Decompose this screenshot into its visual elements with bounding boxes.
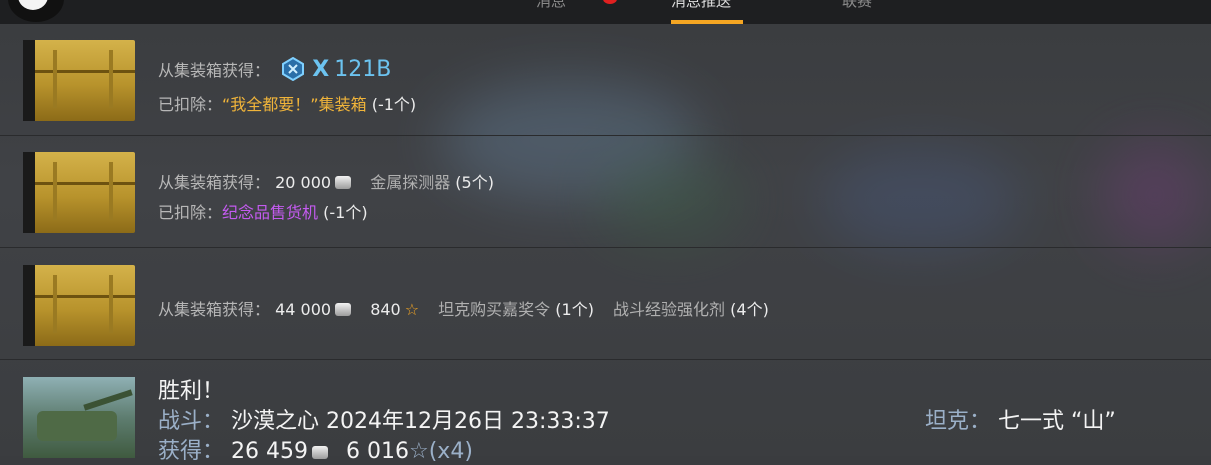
obtained-line: 从集装箱获得： 20 000 金属探测器 (5个)	[158, 169, 494, 193]
item-name: 金属探测器	[370, 173, 451, 192]
star-icon: ☆	[404, 300, 420, 319]
earned-xp: 6 016	[346, 439, 409, 464]
tab-messages[interactable]: 消息	[536, 0, 566, 11]
tab-push-messages[interactable]: 消息推送	[671, 0, 731, 11]
item-name: 战斗经验强化剂	[613, 300, 726, 319]
star-icon: ☆	[408, 439, 429, 464]
tank-value: 七一式 “山”	[998, 409, 1116, 434]
battle-label: 战斗：	[158, 409, 225, 434]
chest-icon	[23, 40, 135, 121]
message-row: 从集装箱获得： X 121B 已扣除：“我全都要！”集装箱 (-1个)	[0, 24, 1211, 136]
reward-value: 121B	[334, 57, 392, 82]
obtained-line: 从集装箱获得： 44 000 840 ☆ 坦克购买嘉奖令 (1个) 战斗经验强化剂…	[158, 296, 769, 320]
message-row: 从集装箱获得： 20 000 金属探测器 (5个) 已扣除：纪念品售货机 (-1…	[0, 136, 1211, 248]
deducted-count: (-1个)	[371, 95, 417, 114]
credits-icon	[335, 303, 352, 316]
earned-multiplier: (x4)	[428, 439, 473, 464]
deducted-item: “我全都要！”集装箱	[222, 95, 367, 114]
tank-line: 坦克： 七一式 “山”	[925, 403, 1116, 435]
tank-icon	[23, 377, 135, 458]
battle-line: 战斗： 沙漠之心 2024年12月26日 23:33:37	[158, 403, 610, 435]
deducted-label: 已扣除：	[158, 95, 223, 114]
earned-label: 获得：	[158, 439, 225, 464]
deducted-line: 已扣除：纪念品售货机 (-1个)	[158, 199, 368, 223]
tank-label: 坦克：	[925, 409, 992, 434]
deducted-line: 已扣除：“我全都要！”集装箱 (-1个)	[158, 91, 416, 115]
obtained-label: 从集装箱获得：	[158, 300, 271, 319]
elite-badge-icon	[282, 57, 305, 81]
top-bar: 消息 消息推送 联赛	[0, 0, 1211, 24]
credits-icon	[312, 446, 328, 459]
notification-dot	[603, 0, 617, 4]
chest-icon	[23, 152, 135, 233]
credits-icon	[335, 176, 352, 189]
reward-prefix: X	[312, 57, 330, 82]
credits-amount: 20 000	[275, 173, 332, 192]
battle-value: 沙漠之心 2024年12月26日 23:33:37	[231, 409, 610, 434]
battle-result-row: 胜利！ 战斗： 沙漠之心 2024年12月26日 23:33:37 坦克： 七一…	[0, 360, 1211, 464]
earned-credits: 26 459	[231, 439, 308, 464]
item-count: (1个)	[555, 300, 594, 319]
message-row: 从集装箱获得： 44 000 840 ☆ 坦克购买嘉奖令 (1个) 战斗经验强化剂…	[0, 248, 1211, 360]
item-count: (4个)	[730, 300, 769, 319]
deducted-label: 已扣除：	[158, 203, 223, 222]
chest-icon	[23, 265, 135, 346]
result-title: 胜利！	[158, 379, 225, 404]
item-count: (5个)	[455, 173, 494, 192]
item-name: 坦克购买嘉奖令	[438, 300, 551, 319]
deducted-count: (-1个)	[323, 203, 368, 222]
obtained-line: 从集装箱获得： X 121B	[158, 57, 391, 82]
credits-amount: 44 000	[275, 300, 332, 319]
obtained-label: 从集装箱获得：	[158, 173, 271, 192]
xp-amount: 840	[370, 300, 401, 319]
earned-line: 获得： 26 459 6 016☆(x4)	[158, 433, 473, 465]
deducted-item: 纪念品售货机	[222, 203, 319, 222]
tab-league[interactable]: 联赛	[842, 0, 872, 11]
obtained-label: 从集装箱获得：	[158, 61, 271, 80]
